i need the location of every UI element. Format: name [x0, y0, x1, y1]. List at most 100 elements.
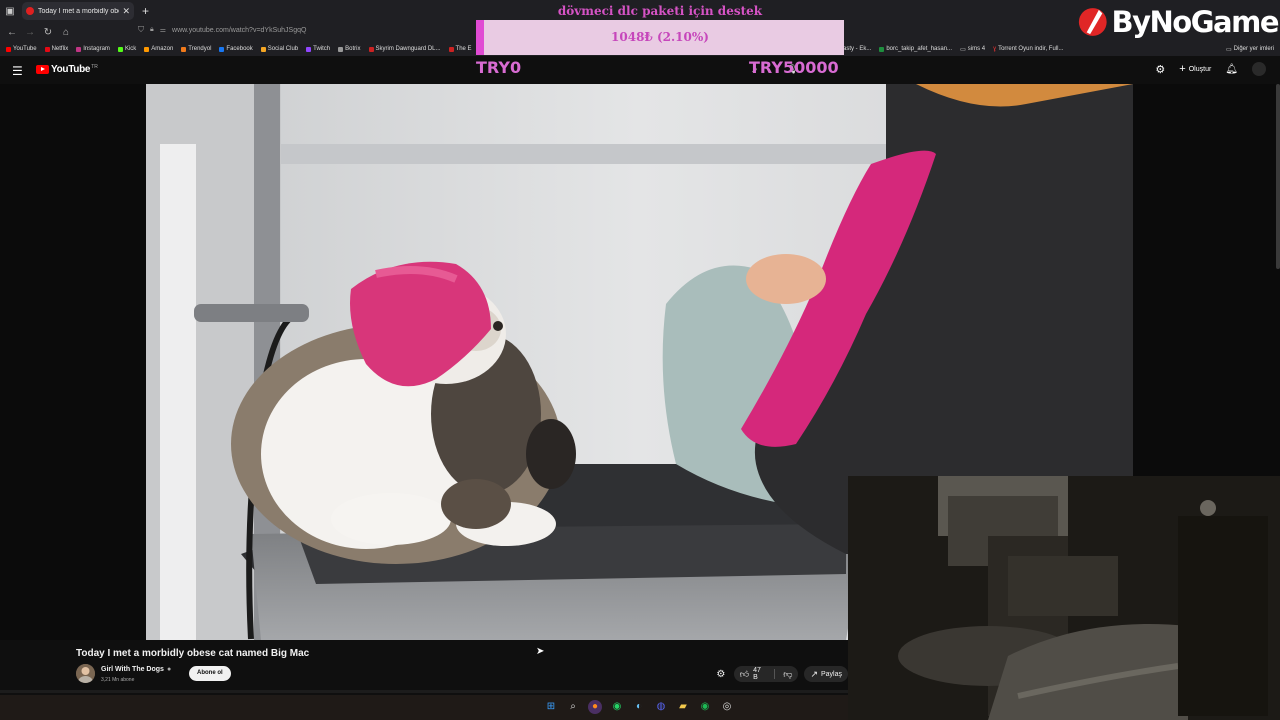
- other-bookmarks[interactable]: ▭ Diğer yer imleri: [1226, 42, 1274, 56]
- bookmark-torrent[interactable]: ɣ Torrent Oyun indir, Full...: [993, 46, 1063, 52]
- bookmark-twitch[interactable]: Twitch: [306, 46, 330, 52]
- bookmark-the-e[interactable]: The E: [448, 46, 472, 52]
- youtube-play-icon: [36, 65, 49, 74]
- page-divider: [0, 690, 848, 693]
- bookmark-favicon-icon: [219, 46, 225, 52]
- bookmark-favicon-icon: [368, 46, 374, 52]
- new-tab-icon[interactable]: +: [142, 4, 149, 18]
- file-explorer-icon[interactable]: ▰: [676, 700, 690, 714]
- bookmark-borc-takip[interactable]: borc_takip_afet_hasan...: [879, 46, 952, 52]
- youtube-header: ☰ YouTube TR: [0, 56, 1280, 84]
- steam-icon[interactable]: ◐: [632, 700, 646, 714]
- bookmark-kick[interactable]: Kick: [117, 46, 136, 52]
- share-icon: ↗: [810, 668, 818, 679]
- bookmark-favicon-icon: [448, 46, 454, 52]
- taskbar-icons: ⊞ ⌕ ● ◉ ◐ ◍ ▰ ◉ ◎: [544, 700, 734, 714]
- close-tab-icon[interactable]: ✕: [122, 6, 130, 17]
- bookmarks-right-group: asty - Ek... borc_takip_afet_hasan... ▭ s…: [843, 42, 1071, 56]
- bookmark-favicon-icon: [260, 46, 266, 52]
- tab-title: Today I met a morbidly obese c: [38, 7, 119, 15]
- mouse-cursor-icon: ➤: [536, 646, 545, 657]
- windows-taskbar: ⊞ ⌕ ● ◉ ◐ ◍ ▰ ◉ ◎: [0, 695, 848, 720]
- bookmark-favicon-icon: [181, 46, 187, 52]
- obs-icon[interactable]: ◎: [720, 700, 734, 714]
- share-button[interactable]: ↗ Paylaş: [804, 666, 848, 682]
- plus-icon: +: [1179, 63, 1186, 75]
- donation-goal-title: dövmeci dlc paketi için destek: [557, 4, 763, 18]
- forward-icon[interactable]: →: [21, 27, 39, 38]
- page-settings-icon: ⚌: [159, 27, 167, 34]
- donation-progress-bar: 1048₺ (2.10%): [476, 20, 844, 55]
- bynogame-logo: ByNoGame: [1078, 2, 1280, 42]
- whatsapp-icon[interactable]: ◉: [610, 700, 624, 714]
- folder-icon: ▭: [1225, 46, 1232, 53]
- youtube-logo[interactable]: YouTube TR: [36, 64, 98, 75]
- url-text: www.youtube.com/watch?v=dYkSuhJSgqQ: [172, 26, 307, 34]
- bookmark-botrix[interactable]: Botrix: [338, 46, 361, 52]
- spotify-icon[interactable]: ◉: [698, 700, 712, 714]
- bookmark-youtube[interactable]: YouTube: [6, 46, 37, 52]
- bynogame-logo-icon: [1078, 8, 1107, 36]
- webcam-overlay: [848, 476, 1280, 720]
- subscribe-button[interactable]: Abone ol: [189, 666, 231, 681]
- back-icon[interactable]: ←: [3, 27, 21, 38]
- like-icon[interactable]: 👍︎: [740, 669, 749, 680]
- youtube-favicon-icon: [26, 7, 34, 15]
- bookmark-favicon-icon: [44, 46, 50, 52]
- video-meta: Today I met a morbidly obese cat named B…: [0, 640, 848, 692]
- channel-avatar-image: [76, 664, 95, 683]
- dislike-icon[interactable]: 👎︎: [783, 669, 792, 680]
- lock-icon: 🔒︎: [150, 26, 154, 33]
- donation-goal-max: TRY50000: [749, 58, 839, 77]
- donation-goal-min: TRY0: [476, 58, 522, 77]
- subscriber-count: 3,21 Mn abone: [101, 677, 135, 683]
- account-avatar[interactable]: [1252, 62, 1266, 76]
- folder-icon: ▭: [960, 46, 966, 53]
- tab-list-icon[interactable]: ▣: [0, 0, 20, 22]
- bookmark-amazon[interactable]: Amazon: [144, 46, 173, 52]
- torrent-icon: ɣ: [993, 46, 997, 52]
- bookmark-trendyol[interactable]: Trendyol: [181, 46, 211, 52]
- bookmark-instagram[interactable]: Instagram: [76, 46, 110, 52]
- bookmark-facebook[interactable]: Facebook: [219, 46, 253, 52]
- create-button[interactable]: + Oluştur: [1179, 63, 1211, 75]
- channel-name[interactable]: Girl With The Dogs ●: [101, 666, 171, 673]
- gear-icon[interactable]: ⚙: [1155, 63, 1165, 76]
- donation-goal-widget: dövmeci dlc paketi için destek 1048₺ (2.…: [476, 0, 844, 56]
- gear-icon[interactable]: ⚙: [714, 669, 728, 680]
- discord-icon[interactable]: ◍: [654, 700, 668, 714]
- video-title: Today I met a morbidly obese cat named B…: [76, 648, 310, 659]
- header-actions: ⚙ + Oluştur 🔔︎: [1155, 62, 1266, 76]
- channel-avatar[interactable]: [76, 664, 95, 683]
- bookmark-favicon-icon: [6, 46, 11, 52]
- bookmark-netflix[interactable]: Netflix: [44, 46, 68, 52]
- sheets-icon: [879, 46, 885, 52]
- divider: [774, 669, 776, 679]
- search-icon[interactable]: ⌕: [566, 700, 580, 714]
- donation-amount: 1048₺ (2.10%): [611, 30, 709, 44]
- webcam-feed-image: [848, 476, 1280, 720]
- bookmark-favicon-icon: [338, 46, 344, 52]
- page-scrollbar[interactable]: [1276, 84, 1280, 269]
- bookmark-asty[interactable]: asty - Ek...: [843, 46, 871, 52]
- shield-icon: ⛉: [138, 25, 144, 34]
- bookmark-sims-4[interactable]: ▭ sims 4: [960, 46, 985, 53]
- address-bar[interactable]: ⛉ 🔒︎ ⚌ www.youtube.com/watch?v=dYkSuhJSg…: [138, 25, 306, 35]
- bookmark-social-club[interactable]: Social Club: [260, 46, 298, 52]
- like-dislike-group: 👍︎ 47 B 👎︎: [733, 666, 799, 682]
- bookmark-favicon-icon: [76, 46, 82, 52]
- bookmark-favicon-icon: [306, 46, 312, 52]
- notifications-bell-icon[interactable]: 🔔︎: [1225, 64, 1238, 75]
- verified-icon: ●: [166, 666, 172, 673]
- browser-tab[interactable]: Today I met a morbidly obese c ✕: [22, 2, 134, 20]
- home-icon[interactable]: ⌂: [57, 27, 75, 38]
- bookmark-skyrim[interactable]: Skyrim Dawnguard DL...: [368, 46, 441, 52]
- firefox-icon[interactable]: ●: [588, 700, 602, 714]
- windows-start-icon[interactable]: ⊞: [544, 700, 558, 714]
- bookmark-favicon-icon: [144, 46, 150, 52]
- bookmark-favicon-icon: [117, 46, 123, 52]
- reload-icon[interactable]: ↻: [39, 27, 57, 38]
- video-actions: ⚙ 👍︎ 47 B 👎︎ ↗ Paylaş: [714, 666, 848, 682]
- menu-icon[interactable]: ☰: [12, 64, 23, 78]
- like-count[interactable]: 47 B: [753, 667, 766, 681]
